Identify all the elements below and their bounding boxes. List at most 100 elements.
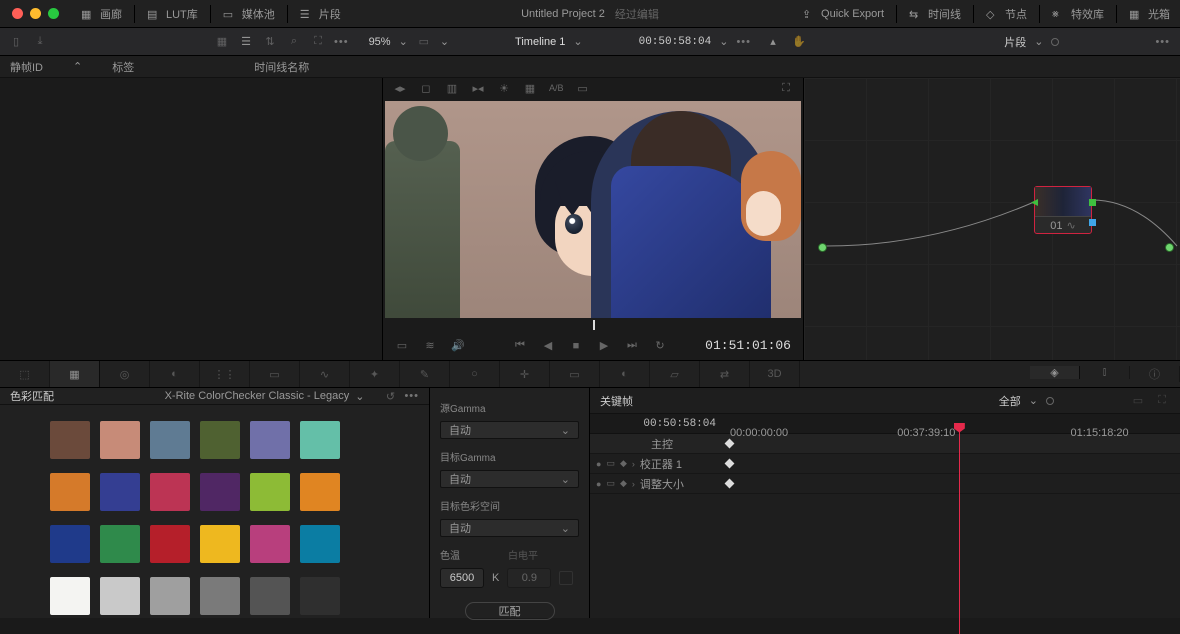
src-gamma-select[interactable]: 自动 [440,421,579,439]
list-view-icon[interactable]: ☰ [238,34,254,50]
temp-input[interactable]: 6500 [440,568,484,588]
bypass-icon[interactable]: ▭ [395,339,409,353]
kf-record[interactable] [1046,397,1054,405]
zoom-dropdown[interactable]: ⌄ [399,35,408,48]
node-graph[interactable]: 01∿ [803,78,1180,360]
play-icon[interactable]: ▶ [597,339,611,353]
tab-gallery[interactable]: ▦画廊 [71,0,132,27]
expand-icon[interactable]: ⛶ [310,34,326,50]
tab-lut[interactable]: ▤LUT库 [137,0,208,27]
expand-viewer-icon[interactable]: ⛶ [779,81,793,95]
zoom-level[interactable]: 95% [369,36,391,48]
reset-icon[interactable]: ↺ [382,388,398,404]
wheels-icon[interactable]: ◎ [100,361,150,387]
more-menu[interactable]: ••• [334,36,349,48]
color-swatch[interactable] [50,421,90,459]
hand-icon[interactable]: ✋ [791,34,807,50]
color-swatch[interactable] [200,473,240,511]
tracker-icon[interactable]: ✛ [500,361,550,387]
color-swatch[interactable] [100,473,140,511]
ab-compare[interactable]: A/B [549,81,564,95]
grab-icon[interactable]: ▭ [576,81,590,95]
rgb-mixer-icon[interactable]: ⋮⋮ [200,361,250,387]
import-icon[interactable]: ⤓ [32,34,48,50]
color-swatch[interactable] [150,421,190,459]
match-button[interactable]: 匹配 [465,602,555,620]
scopes-icon[interactable]: ⫾ [1080,366,1130,379]
key-icon[interactable]: ▱ [650,361,700,387]
node-menu[interactable]: ••• [1155,36,1170,48]
color-swatch[interactable] [150,473,190,511]
record-indicator[interactable] [1051,38,1059,46]
timeline-name[interactable]: Timeline 1 [515,36,565,48]
tab-fx[interactable]: ⨳特效库 [1042,0,1114,27]
prev-node-icon[interactable]: ▸◂ [471,81,485,95]
color-swatch[interactable] [250,525,290,563]
color-swatch[interactable] [50,525,90,563]
screen-dropdown[interactable]: ⌄ [440,35,449,48]
zebra-icon[interactable]: ▦ [523,81,537,95]
white-input[interactable]: 0.9 [507,568,551,588]
tab-clips[interactable]: ☰片段 [290,0,351,27]
camera-raw-icon[interactable]: ⬚ [0,361,50,387]
scrubber[interactable] [385,320,801,331]
warper-icon[interactable]: ✦ [350,361,400,387]
color-match-icon[interactable]: ▦ [50,361,100,387]
next-frame-icon[interactable]: ⏭ [625,339,639,353]
color-swatch[interactable] [150,577,190,615]
curves-icon[interactable]: ∿ [300,361,350,387]
color-swatch[interactable] [200,525,240,563]
color-swatch[interactable] [300,525,340,563]
clips-dropdown[interactable]: ⌄ [1034,35,1043,48]
white-checkbox[interactable] [559,571,573,585]
viewer[interactable] [385,101,801,318]
color-swatch[interactable] [250,421,290,459]
tab-media[interactable]: ▭媒体池 [213,0,285,27]
kf-filter[interactable]: 全部 [999,393,1021,409]
color-swatch[interactable] [100,421,140,459]
qualifier-icon[interactable]: ✎ [400,361,450,387]
color-swatch[interactable] [150,525,190,563]
keyframes-tool-icon[interactable]: ◈ [1030,366,1080,379]
kf-expand-icon[interactable]: ⛶ [1154,393,1170,409]
viewer-menu[interactable]: ••• [736,36,751,48]
pointer-icon[interactable]: ▴ [765,34,781,50]
color-swatch[interactable] [300,577,340,615]
stack-icon[interactable]: ≋ [423,339,437,353]
minimize-window[interactable] [30,8,41,19]
timecode[interactable]: 00:50:58:04 [639,36,712,48]
preset-select[interactable]: X-Rite ColorChecker Classic - Legacy [165,390,350,402]
layout-icon[interactable]: ▯ [8,34,24,50]
kf-track-corrector[interactable]: ●▭◆›校正器 1 [590,454,1180,474]
color-swatch[interactable] [200,421,240,459]
col-tlname[interactable]: 时间线名称 [254,59,309,75]
output-node[interactable] [1165,243,1174,252]
tab-timeline[interactable]: ⇆时间线 [899,0,971,27]
wipe-square-icon[interactable]: ◻ [419,81,433,95]
col-tag[interactable]: 标签 [112,59,134,75]
clips-label[interactable]: 片段 [1004,34,1026,50]
color-swatch[interactable] [250,473,290,511]
color-swatch[interactable] [300,421,340,459]
split-icon[interactable]: ▥ [445,81,459,95]
timeline-dropdown[interactable]: ⌄ [573,35,582,48]
kf-track-sizing[interactable]: ●▭◆›调整大小 [590,474,1180,494]
preset-dd[interactable]: ⌄ [355,390,364,403]
col-id[interactable]: 静帧ID [10,59,43,75]
hilite-icon[interactable]: ☀ [497,81,511,95]
sort-icon[interactable]: ⇅ [262,34,278,50]
color-swatch[interactable] [100,577,140,615]
kf-track-master[interactable]: 主控 [590,434,1180,454]
blur-icon[interactable]: ◐ [600,361,650,387]
stop-icon[interactable]: ■ [569,339,583,353]
color-swatch[interactable] [200,577,240,615]
first-frame-icon[interactable]: ⏮ [513,339,527,353]
corrector-node[interactable]: 01∿ [1034,186,1092,234]
color-swatch[interactable] [300,473,340,511]
cm-menu[interactable]: ••• [404,390,419,402]
color-swatch[interactable] [50,473,90,511]
tab-nodes[interactable]: ◇节点 [976,0,1037,27]
3d-icon[interactable]: 3D [750,361,800,387]
info-icon[interactable]: ⓘ [1130,366,1180,382]
sizing-icon[interactable]: ⇄ [700,361,750,387]
